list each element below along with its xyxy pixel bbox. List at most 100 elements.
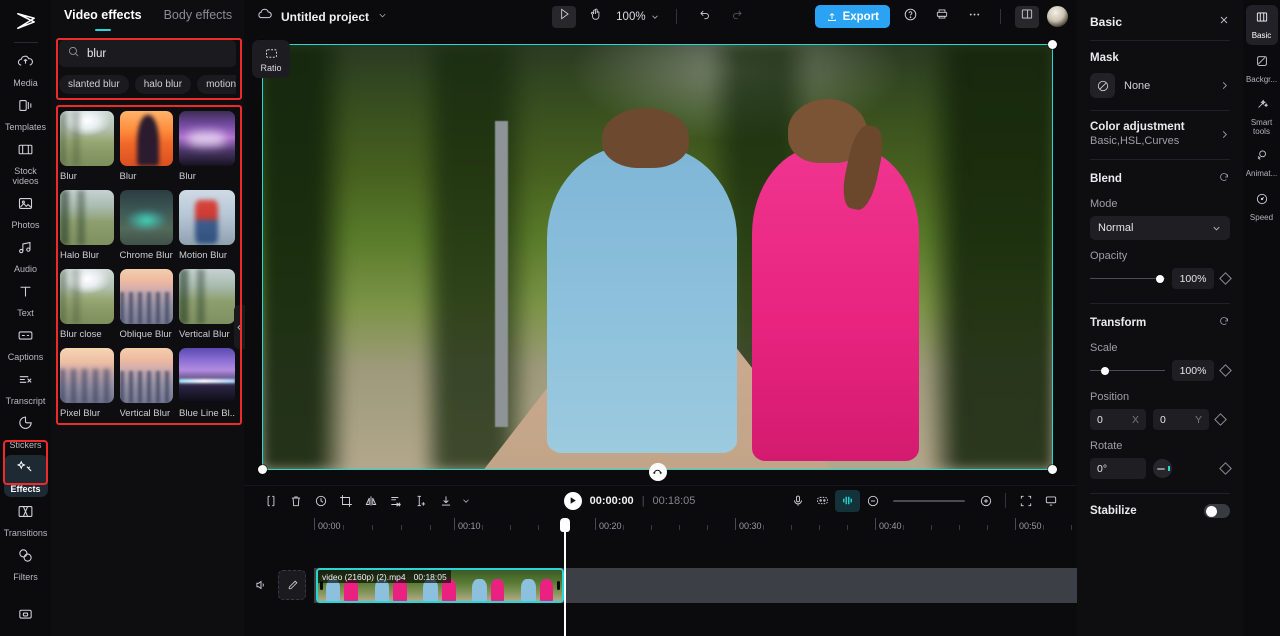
clip-trim-handle-right[interactable] xyxy=(557,581,560,590)
track-volume-button[interactable] xyxy=(252,576,270,594)
freeze-button[interactable] xyxy=(308,490,333,512)
playhead-knob[interactable] xyxy=(560,518,570,532)
effect-item[interactable]: Oblique Blur xyxy=(120,269,174,340)
effect-item[interactable]: Blur close xyxy=(60,269,114,340)
chip-motion-blur[interactable]: motion blur xyxy=(197,75,236,94)
sidebar-item-stock-videos[interactable]: Stock videos xyxy=(4,137,48,189)
chip-halo-blur[interactable]: halo blur xyxy=(135,75,191,94)
help-button[interactable] xyxy=(898,6,922,28)
select-tool-button[interactable] xyxy=(552,6,576,28)
reset-icon[interactable] xyxy=(1218,314,1230,332)
zoom-out-button[interactable] xyxy=(860,490,885,512)
sidebar-item-stickers[interactable]: Stickers xyxy=(4,411,48,453)
audio-view-button[interactable] xyxy=(835,490,860,512)
keyframe-diamond-icon[interactable] xyxy=(1214,413,1227,426)
avatar[interactable] xyxy=(1047,6,1068,27)
opacity-value[interactable]: 100% xyxy=(1172,268,1214,289)
feedback-button[interactable] xyxy=(0,606,51,628)
slider-knob[interactable] xyxy=(1156,275,1164,283)
download-more-button[interactable] xyxy=(458,490,474,512)
sidebar-item-photos[interactable]: Photos xyxy=(4,191,48,233)
sidebar-item-transitions[interactable]: Transitions xyxy=(4,499,48,541)
timeline-zoom-slider[interactable] xyxy=(893,500,965,502)
blend-mode-select[interactable]: Normal xyxy=(1090,216,1230,240)
print-button[interactable] xyxy=(930,6,954,28)
reset-icon[interactable] xyxy=(1218,170,1230,188)
auto-captions-button[interactable] xyxy=(810,490,835,512)
fullscreen-button[interactable] xyxy=(1013,490,1038,512)
sidebar-item-media[interactable]: Media xyxy=(4,49,48,91)
undo-button[interactable] xyxy=(693,6,717,28)
sidebar-item-audio[interactable]: Audio xyxy=(4,235,48,277)
effect-item[interactable]: Vertical Blur xyxy=(120,348,174,419)
position-y-field[interactable]: 0 Y xyxy=(1153,409,1209,430)
ratio-button[interactable]: Ratio xyxy=(252,40,290,78)
sidebar-item-effects[interactable]: Effects xyxy=(4,455,48,497)
sidebar-item-text[interactable]: Text xyxy=(4,279,48,321)
effect-item[interactable]: Chrome Blur xyxy=(120,190,174,261)
download-button[interactable] xyxy=(433,490,458,512)
effect-item[interactable]: Blur xyxy=(179,111,235,182)
rotate-dial[interactable] xyxy=(1153,459,1172,478)
effect-item[interactable]: Blur xyxy=(60,111,114,182)
rotate-value[interactable]: 0° xyxy=(1090,458,1146,479)
opacity-slider[interactable] xyxy=(1090,272,1165,286)
keyframe-button[interactable] xyxy=(408,490,433,512)
tab-body-effects[interactable]: Body effects xyxy=(164,8,233,25)
right-rail-item-background[interactable]: Backgr... xyxy=(1246,49,1278,89)
crop-button[interactable] xyxy=(333,490,358,512)
speed-button[interactable] xyxy=(383,490,408,512)
timeline[interactable]: 00:00 00:10 00:20 00:30 xyxy=(244,515,1077,636)
cloud-icon[interactable] xyxy=(257,6,273,27)
sidebar-item-filters[interactable]: Filters xyxy=(4,543,48,585)
sidebar-item-templates[interactable]: Templates xyxy=(4,93,48,135)
right-rail-item-animation[interactable]: Animat... xyxy=(1246,143,1278,183)
mask-selector[interactable]: None xyxy=(1090,73,1230,98)
timeline-ruler[interactable]: 00:00 00:10 00:20 00:30 xyxy=(314,515,1077,535)
color-adjustment-row[interactable]: Color adjustment Basic,HSL,Curves xyxy=(1090,121,1230,147)
delete-button[interactable] xyxy=(283,490,308,512)
zoom-level-control[interactable]: 100% xyxy=(616,11,659,23)
search-input[interactable] xyxy=(87,48,241,60)
keyframe-diamond-icon[interactable] xyxy=(1219,364,1232,377)
position-x-field[interactable]: 0 X xyxy=(1090,409,1146,430)
effect-item[interactable]: Motion Blur xyxy=(179,190,235,261)
keyframe-diamond-icon[interactable] xyxy=(1219,272,1232,285)
split-button[interactable] xyxy=(258,490,283,512)
more-options-button[interactable] xyxy=(962,6,986,28)
panel-collapse-button[interactable] xyxy=(234,305,245,349)
playhead[interactable] xyxy=(564,529,566,636)
effect-item[interactable]: Blur xyxy=(120,111,174,182)
tab-video-effects[interactable]: Video effects xyxy=(64,8,142,25)
timeline-clip[interactable]: video (2160p) (2).mp4 00:18:05 xyxy=(316,568,564,603)
right-rail-item-smart-tools[interactable]: Smart tools xyxy=(1246,93,1278,139)
present-button[interactable] xyxy=(1038,490,1063,512)
effect-item[interactable]: Pixel Blur xyxy=(60,348,114,419)
scale-slider[interactable] xyxy=(1090,364,1165,378)
stabilize-toggle[interactable] xyxy=(1204,504,1230,518)
right-rail-item-speed[interactable]: Speed xyxy=(1246,187,1278,227)
play-button[interactable] xyxy=(564,492,582,510)
scale-value[interactable]: 100% xyxy=(1172,360,1214,381)
mirror-button[interactable] xyxy=(358,490,383,512)
chevron-down-icon[interactable] xyxy=(377,8,388,26)
capcut-logo[interactable] xyxy=(0,4,51,38)
layout-toggle-button[interactable] xyxy=(1015,6,1039,28)
redo-button[interactable] xyxy=(725,6,749,28)
search-box[interactable] xyxy=(59,40,236,67)
hand-tool-button[interactable] xyxy=(584,6,608,28)
chip-slanted-blur[interactable]: slanted blur xyxy=(59,75,129,94)
keyframe-diamond-icon[interactable] xyxy=(1219,462,1232,475)
clip-trim-handle-left[interactable] xyxy=(320,581,323,590)
project-title[interactable]: Untitled project xyxy=(281,10,369,24)
effect-item[interactable]: Vertical Blur xyxy=(179,269,235,340)
export-button[interactable]: Export xyxy=(815,5,890,28)
zoom-in-button[interactable] xyxy=(973,490,998,512)
record-voiceover-button[interactable] xyxy=(785,490,810,512)
right-rail-item-basic[interactable]: Basic xyxy=(1246,5,1278,45)
effect-item[interactable]: Halo Blur xyxy=(60,190,114,261)
sidebar-item-captions[interactable]: Captions xyxy=(4,323,48,365)
video-track[interactable]: video (2160p) (2).mp4 00:18:05 xyxy=(314,568,1077,603)
close-icon[interactable] xyxy=(1218,13,1230,31)
track-edit-button[interactable] xyxy=(278,570,306,600)
